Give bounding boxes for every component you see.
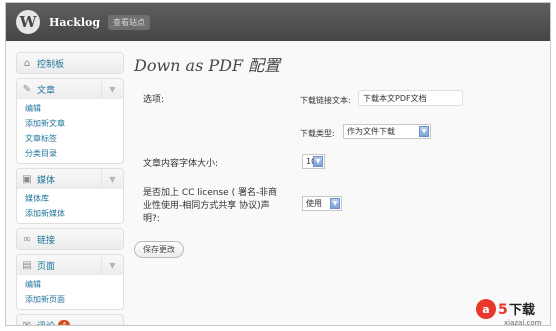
submenu-posts-categories[interactable]: 分类目录 xyxy=(17,146,123,161)
submenu-posts-edit[interactable]: 编辑 xyxy=(17,101,123,116)
chevron-down-icon[interactable]: ▼ xyxy=(101,79,123,99)
cc-license-label-line3: 明?: xyxy=(143,214,160,224)
save-changes-button[interactable]: 保存更改 xyxy=(134,241,184,258)
dropdown-arrow-icon[interactable]: ▼ xyxy=(419,126,429,137)
dropdown-arrow-icon[interactable]: ▼ xyxy=(330,198,340,209)
menu-comments-label[interactable]: 评论 xyxy=(37,319,55,326)
menu-dashboard-label[interactable]: 控制板 xyxy=(37,57,64,70)
dropdown-arrow-icon[interactable]: ▼ xyxy=(313,156,323,167)
menu-links-label[interactable]: 链接 xyxy=(37,233,55,246)
a5-watermark-logo: a 5 下载 xiazai.com xyxy=(474,297,550,326)
cc-license-label-line2: 业性使用-相同方式共享 协议)声 xyxy=(143,201,270,211)
submenu-pages-edit[interactable]: 编辑 xyxy=(17,277,123,292)
site-name: Hacklog xyxy=(49,15,101,29)
menu-media: ▣ 媒体 ▼ 媒体库 添加新媒体 xyxy=(16,168,124,224)
cc-license-value: 使用 xyxy=(306,199,322,208)
view-site-button[interactable]: 查看站点 xyxy=(108,14,151,30)
menu-dashboard[interactable]: ⌂ 控制板 xyxy=(16,52,124,74)
download-link-label: 下载链接文本: xyxy=(300,96,351,105)
link-icon: ∞ xyxy=(22,233,32,245)
svg-text:xiazai.com: xiazai.com xyxy=(504,319,542,326)
menu-links[interactable]: ∞ 链接 xyxy=(16,228,124,250)
svg-text:下载: 下载 xyxy=(509,302,535,318)
menu-comments[interactable]: ✉ 评论 4 xyxy=(16,314,124,326)
font-size-select[interactable]: 10 ▼ xyxy=(302,154,325,169)
font-size-label: 文章内容字体大小: xyxy=(143,159,219,169)
svg-text:a: a xyxy=(482,303,489,316)
chevron-down-icon[interactable]: ▼ xyxy=(101,169,123,189)
menu-pages-label[interactable]: 页面 xyxy=(37,259,55,272)
download-type-label: 下载类型: xyxy=(300,129,335,138)
submenu-posts-add-new[interactable]: 添加新文章 xyxy=(17,116,123,131)
comment-count-badge: 4 xyxy=(58,320,71,325)
submenu-pages-add-new[interactable]: 添加新页面 xyxy=(17,292,123,307)
cc-license-label-line1: 是否加上 CC license ( 署名-非商 xyxy=(143,188,278,198)
comment-icon: ✉ xyxy=(22,319,32,326)
chevron-down-icon[interactable]: ▼ xyxy=(101,255,123,275)
admin-header: W Hacklog 查看站点 xyxy=(6,3,550,41)
pin-icon: ✎ xyxy=(22,83,32,95)
menu-media-label[interactable]: 媒体 xyxy=(37,173,55,186)
download-type-select[interactable]: 作为文件下载 ▼ xyxy=(343,124,431,139)
home-icon: ⌂ xyxy=(23,57,31,69)
submenu-posts-tags[interactable]: 文章标签 xyxy=(17,131,123,146)
download-link-input[interactable] xyxy=(358,90,463,106)
media-icon: ▣ xyxy=(22,173,32,185)
svg-text:5: 5 xyxy=(498,302,508,318)
menu-posts-label[interactable]: 文章 xyxy=(37,83,55,96)
options-label: 选项: xyxy=(143,95,165,105)
submenu-media-library[interactable]: 媒体库 xyxy=(17,191,123,206)
page-title: Down as PDF 配置 xyxy=(134,56,281,75)
wp-admin-window: W Hacklog 查看站点 ⌂ 控制板 ✎ 文章 ▼ 编辑 添加新文章 文章标… xyxy=(5,2,551,326)
admin-sidebar: ⌂ 控制板 ✎ 文章 ▼ 编辑 添加新文章 文章标签 分类目录 ▣ 媒体 ▼ 媒… xyxy=(16,52,124,326)
download-type-value: 作为文件下载 xyxy=(347,127,395,136)
menu-posts: ✎ 文章 ▼ 编辑 添加新文章 文章标签 分类目录 xyxy=(16,78,124,164)
cc-license-select[interactable]: 使用 ▼ xyxy=(302,196,342,211)
page-icon: ▤ xyxy=(22,259,32,271)
menu-pages: ▤ 页面 ▼ 编辑 添加新页面 xyxy=(16,254,124,310)
submenu-media-add-new[interactable]: 添加新媒体 xyxy=(17,206,123,221)
wordpress-logo-icon[interactable]: W xyxy=(16,10,40,34)
